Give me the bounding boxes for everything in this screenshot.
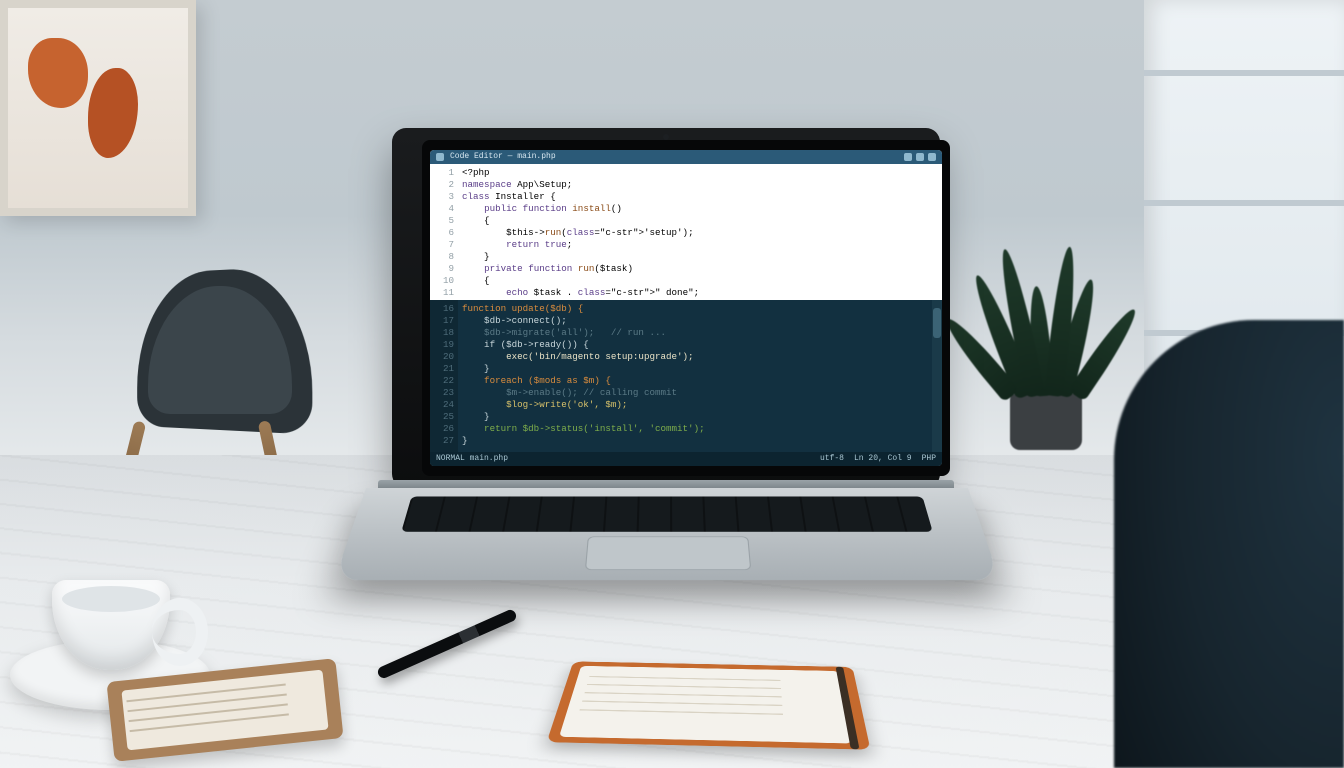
workspace-photo: Code Editor — main.php 12345678910111213… [0,0,1344,768]
laptop: Code Editor — main.php 12345678910111213… [372,128,962,608]
editor-bottom-pane[interactable]: 161718192021222324252627 function update… [430,300,942,466]
window-button-icon[interactable] [436,153,444,161]
scrollbar[interactable] [932,300,942,452]
status-language: PHP [922,453,936,465]
scrollbar-thumb[interactable] [933,308,941,338]
status-position: Ln 20, Col 9 [854,453,912,465]
potted-plant [964,210,1124,450]
close-icon[interactable] [928,153,936,161]
editor-top-pane[interactable]: 123456789101112131415 <?phpnamespace App… [430,164,942,300]
window-title: Code Editor — main.php [450,151,556,163]
minimize-icon[interactable] [904,153,912,161]
line-gutter: 123456789101112131415 [430,164,458,300]
editor-statusbar: NORMAL main.php utf-8 Ln 20, Col 9 PHP [430,452,942,466]
laptop-deck [334,488,1000,580]
maximize-icon[interactable] [916,153,924,161]
status-encoding: utf-8 [820,453,844,465]
keyboard[interactable] [401,496,932,531]
notebook-right [547,661,871,749]
status-mode: NORMAL main.php [436,453,508,465]
line-gutter: 161718192021222324252627 [430,300,458,466]
wall-poster [0,0,196,216]
editor-titlebar[interactable]: Code Editor — main.php [430,150,942,164]
person-shoulder [1114,320,1344,768]
code-area-bottom[interactable]: function update($db) { $db->connect(); $… [458,300,942,466]
trackpad[interactable] [585,536,751,570]
laptop-screen: Code Editor — main.php 12345678910111213… [430,150,942,466]
code-area-top[interactable]: <?phpnamespace App\Setup;class Installer… [458,164,942,300]
